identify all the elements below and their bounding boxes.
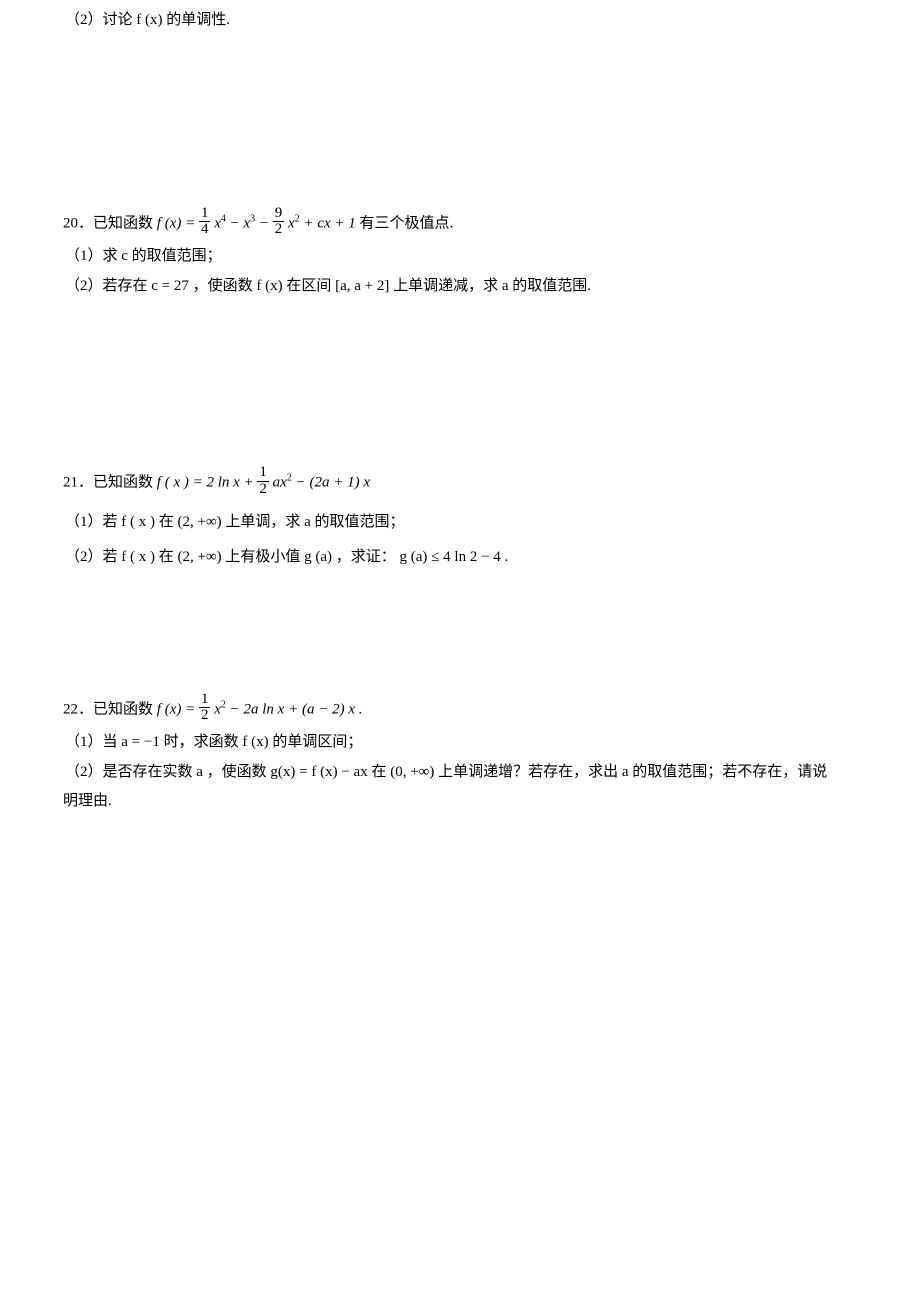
frac-num: 9 (273, 206, 285, 223)
frac-num: 1 (199, 206, 211, 223)
q21-t1: ax (269, 475, 287, 491)
q22-part1-text: （1）当 a = −1 时，求函数 f (x) 的单调区间； (65, 734, 362, 750)
q20-t1: x (210, 215, 220, 231)
q21-part1-text: （1）若 f ( x ) 在 (2, +∞) 上单调，求 a 的取值范围； (65, 514, 405, 530)
frac-num: 1 (257, 465, 269, 482)
q21-lead: 已知函数 (93, 475, 157, 491)
q22-part2-line2: 明理由. (63, 789, 865, 815)
fraction-1-4: 14 (199, 206, 211, 239)
q20-t5: + cx + 1 (300, 215, 356, 231)
q19-part2: （2）讨论 f (x) 的单调性. (63, 8, 865, 34)
q21-part1: （1）若 f ( x ) 在 (2, +∞) 上单调，求 a 的取值范围； (63, 510, 865, 536)
q20-t4: x (284, 215, 294, 231)
q20-part2-text: （2）若存在 c = 27 ，使函数 f (x) 在区间 [a, a + 2] … (65, 278, 591, 294)
q22-t2: − 2a ln x + (a − 2) x . (226, 701, 363, 717)
q20-part1-text: （1）求 c 的取值范围； (65, 248, 222, 264)
spacer (63, 815, 865, 1015)
q20-func-pre: f (x) = (157, 215, 199, 231)
fraction-9-2: 92 (273, 206, 285, 239)
q21-stem: 21．已知函数 f ( x ) = 2 ln x + 12 ax2 − (2a … (63, 467, 865, 500)
q19-part2-text: （2）讨论 f (x) 的单调性. (65, 12, 230, 28)
q22-part2-line1: （2）是否存在实数 a ，使函数 g(x) = f (x) − ax 在 (0,… (63, 760, 865, 786)
spacer (63, 303, 865, 463)
q22-part2b-text: 明理由. (63, 793, 112, 809)
q22-part1: （1）当 a = −1 时，求函数 f (x) 的单调区间； (63, 730, 865, 756)
q20-lead: 已知函数 (93, 215, 157, 231)
frac-num: 1 (199, 692, 211, 709)
q20-part1: （1）求 c 的取值范围； (63, 244, 865, 270)
fraction-1-2: 12 (257, 465, 269, 498)
spacer (63, 575, 865, 690)
q21-part2: （2）若 f ( x ) 在 (2, +∞) 上有极小值 g (a) ，求证： … (63, 545, 865, 571)
q22-t1: x (210, 701, 220, 717)
frac-den: 4 (199, 222, 211, 238)
q22-part2a-text: （2）是否存在实数 a ，使函数 g(x) = f (x) − ax 在 (0,… (65, 764, 827, 780)
q20-t2: − x (226, 215, 250, 231)
q20-number: 20． (63, 215, 93, 231)
q20-part2: （2）若存在 c = 27 ，使函数 f (x) 在区间 [a, a + 2] … (63, 274, 865, 300)
frac-den: 2 (273, 222, 285, 238)
q20-stem: 20．已知函数 f (x) = 14 x4 − x3 − 92 x2 + cx … (63, 208, 865, 241)
q22-func-pre: f (x) = (157, 701, 199, 717)
frac-den: 2 (199, 708, 211, 724)
q20-t3: − (255, 215, 273, 231)
frac-den: 2 (257, 482, 269, 498)
q22-number: 22． (63, 701, 93, 717)
q20-tail: 有三个极值点. (356, 215, 454, 231)
fraction-1-2: 12 (199, 692, 211, 725)
q21-t2: − (2a + 1) x (292, 475, 370, 491)
q21-number: 21． (63, 475, 93, 491)
q21-func-pre: f ( x ) = 2 ln x + (157, 475, 258, 491)
q22-lead: 已知函数 (93, 701, 157, 717)
q22-stem: 22．已知函数 f (x) = 12 x2 − 2a ln x + (a − 2… (63, 694, 865, 727)
spacer (63, 34, 865, 204)
q21-part2-text: （2）若 f ( x ) 在 (2, +∞) 上有极小值 g (a) ，求证： … (65, 549, 508, 565)
